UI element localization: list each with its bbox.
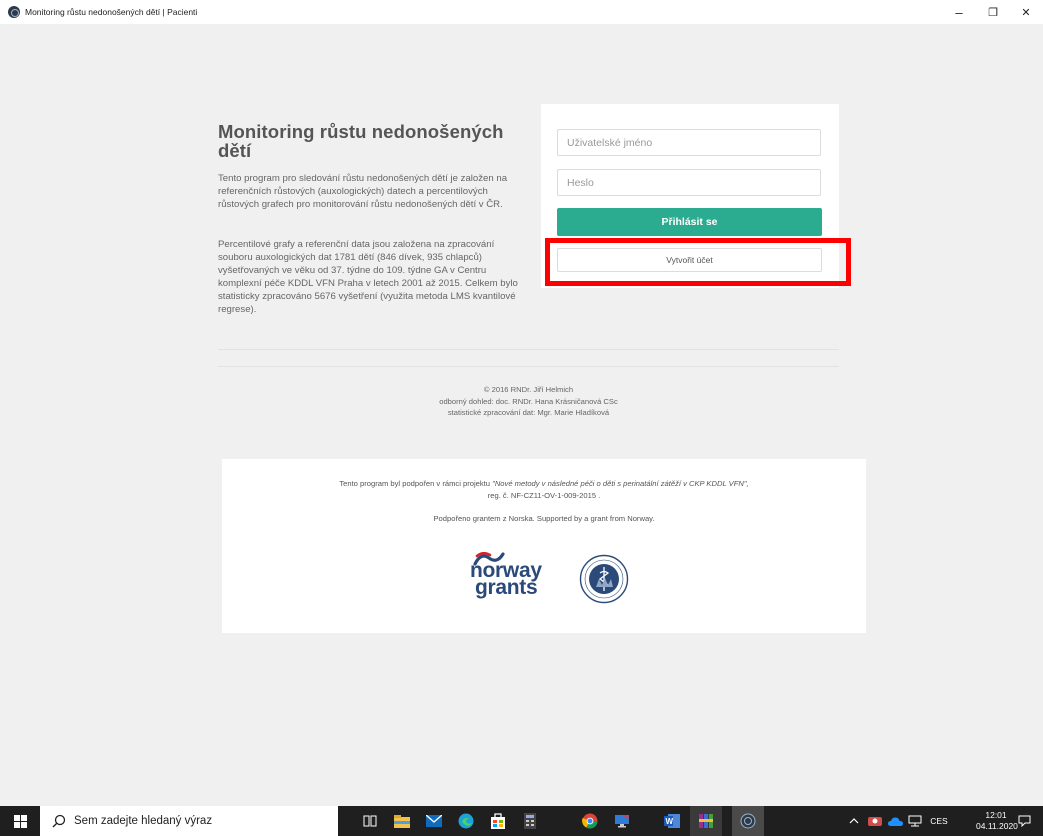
taskbar: Sem zadejte hledaný výraz W CES 12:01 04… [0,806,1043,836]
store-icon[interactable] [482,806,514,836]
login-button[interactable]: Přihlásit se [557,208,822,236]
sponsor-logos: norway grants [470,552,650,612]
close-button[interactable]: ✕ [1010,0,1042,24]
username-input[interactable] [557,129,821,156]
registration-text: reg. č. NF-CZ11-OV-1-009-2015 . [487,490,601,500]
support-panel: Tento program byl podpořen v rámci proje… [222,459,866,633]
window-titlebar: Monitoring růstu nedonošených dětí | Pac… [0,0,1043,24]
edge-icon[interactable] [450,806,482,836]
search-icon [52,814,66,828]
app-icon[interactable] [732,806,764,836]
windows-logo-icon [13,814,27,828]
password-input[interactable] [557,169,821,196]
login-panel: Přihlásit se Vytvořit účet [541,104,839,288]
divider [218,349,839,350]
maximize-button[interactable]: ❐ [977,0,1009,24]
mail-icon[interactable] [418,806,450,836]
statistics-text: statistické zpracování dat: Mgr. Marie H… [447,408,610,417]
svg-text:W: W [666,817,674,826]
app-icon [8,6,20,18]
start-button[interactable] [0,806,40,836]
project-prefix: Tento program byl podpořen v rámci proje… [339,479,493,488]
search-placeholder: Sem zadejte hledaný výraz [74,815,213,827]
credits: © 2016 RNDr. Jiří Helmich odborný dohled… [218,384,839,419]
supervision-text: odborný dohled: doc. RNDr. Hana Krásniča… [439,396,618,406]
word-icon[interactable]: W [656,806,688,836]
intro-paragraph-2: Percentilové grafy a referenční data jso… [218,239,518,315]
create-account-button[interactable]: Vytvořit účet [557,248,822,272]
norway-grants-logo: norway grants [470,560,542,599]
grant-note: Podpořeno grantem z Norska. Supported by… [433,514,655,523]
window-title: Monitoring růstu nedonošených dětí | Pac… [25,7,198,17]
winrar-icon[interactable] [690,806,722,836]
network-icon[interactable] [906,806,924,836]
copyright-text: © 2016 RNDr. Jiří Helmich [483,385,574,394]
tray-app-icon[interactable] [866,806,884,836]
clock-time: 12:01 [985,810,1007,820]
clock-date: 04.11.2020 [976,821,1018,831]
tray-expand-icon[interactable] [846,806,862,836]
taskbar-search[interactable]: Sem zadejte hledaný výraz [40,806,338,836]
page-title: Monitoring růstu nedonošených dětí [218,121,504,161]
language-text: CES [930,816,948,826]
task-view-icon[interactable] [354,806,386,836]
divider [218,366,839,367]
onedrive-icon[interactable] [886,806,904,836]
file-explorer-icon[interactable] [386,806,418,836]
project-name: "Nové metody v následné péči o děti s pe… [492,479,749,488]
notifications-icon[interactable] [1012,806,1036,836]
clock[interactable]: 12:01 04.11.2020 [976,810,1018,832]
norway-logo-line2: grants [475,576,538,599]
minimize-button[interactable]: – [943,0,975,24]
language-indicator[interactable]: CES [926,806,952,836]
calculator-icon[interactable] [514,806,546,836]
remote-desktop-icon[interactable] [606,806,638,836]
intro-paragraph-1: Tento program pro sledování růstu nedono… [218,173,508,210]
chrome-icon[interactable] [574,806,606,836]
project-line: Tento program byl podpořen v rámci proje… [222,478,866,490]
hospital-seal-icon [579,554,629,604]
